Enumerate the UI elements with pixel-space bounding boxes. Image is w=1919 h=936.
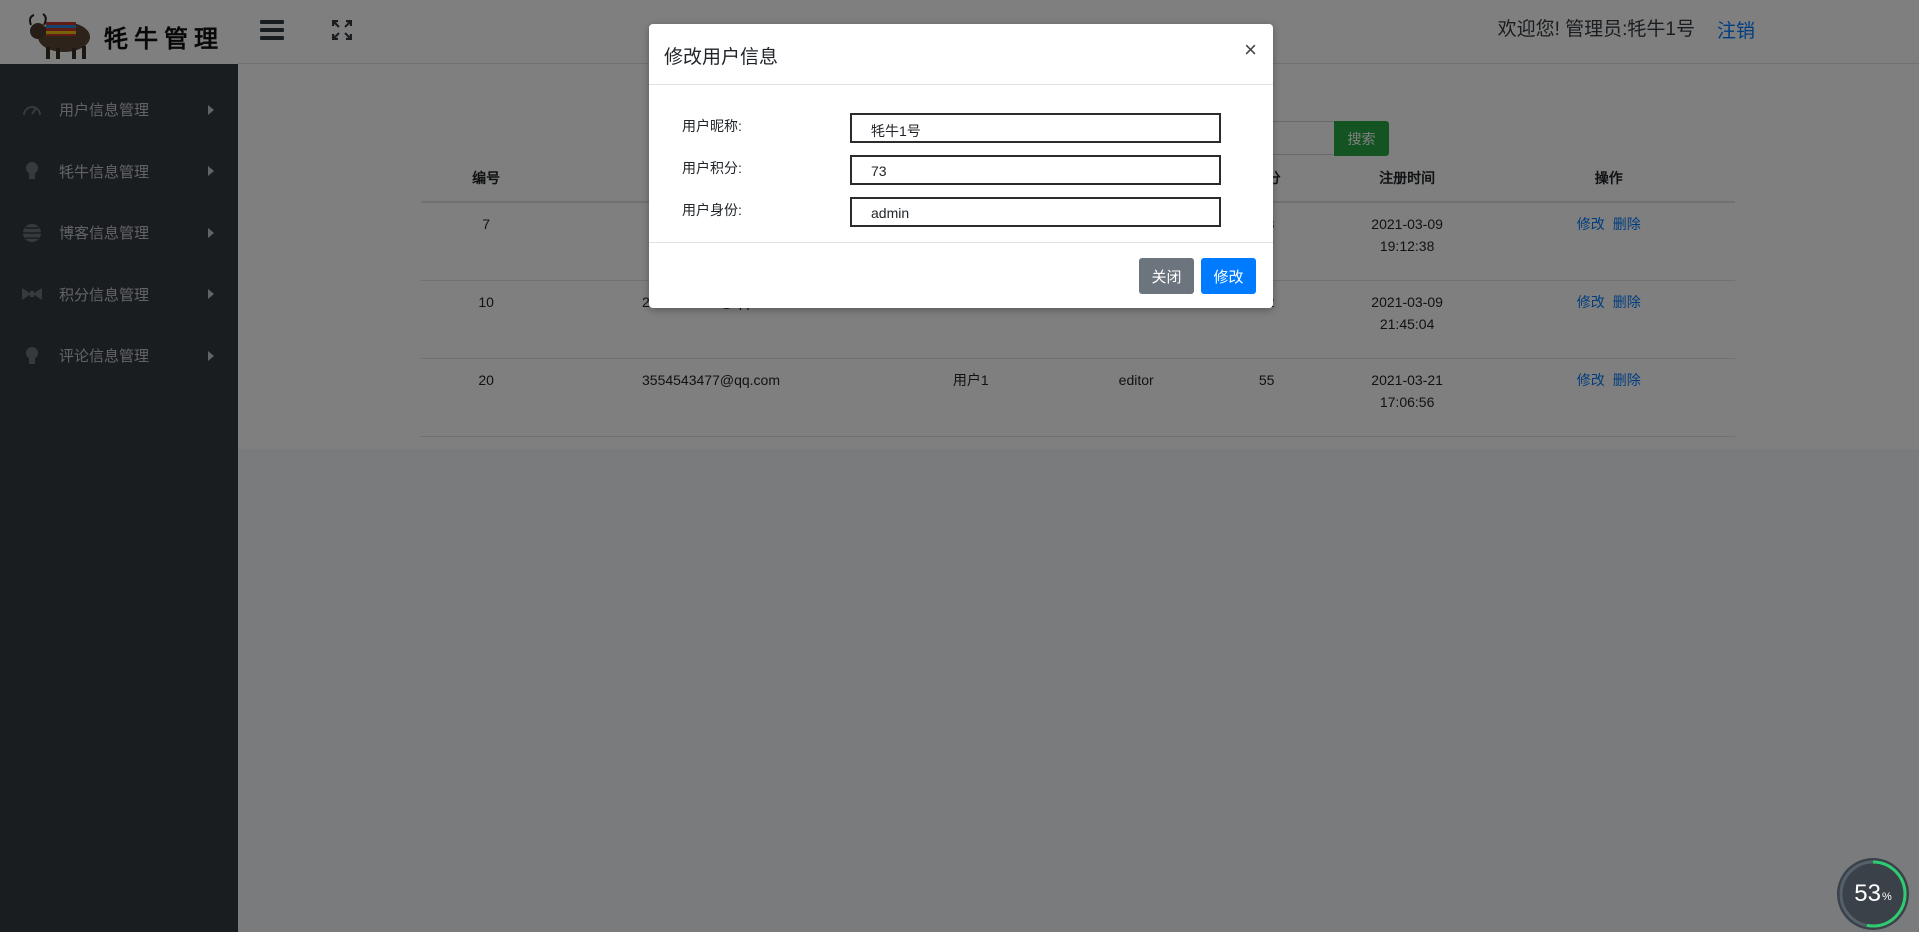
points-field[interactable]: 73	[850, 155, 1221, 185]
points-row: 用户积分: 73	[682, 155, 1242, 185]
progress-label: 53%	[1835, 856, 1911, 932]
nickname-label: 用户昵称:	[682, 118, 742, 134]
save-button[interactable]: 修改	[1201, 258, 1256, 294]
modal-body: 用户昵称: 牦牛1号 用户积分: 73 用户身份: admin	[649, 85, 1273, 243]
progress-value: 53	[1854, 880, 1881, 907]
role-field[interactable]: admin	[850, 197, 1221, 227]
points-label: 用户积分:	[682, 160, 742, 176]
close-icon[interactable]: ×	[1244, 39, 1257, 61]
progress-unit: %	[1881, 891, 1892, 903]
role-row: 用户身份: admin	[682, 197, 1242, 227]
nickname-row: 用户昵称: 牦牛1号	[682, 113, 1242, 143]
modal-footer: 关闭 修改	[649, 243, 1273, 309]
progress-widget[interactable]: 53%	[1835, 856, 1911, 932]
modal-title: 修改用户信息	[664, 47, 779, 68]
modal-header: 修改用户信息 ×	[649, 24, 1273, 85]
nickname-field[interactable]: 牦牛1号	[850, 113, 1221, 143]
edit-user-modal: 修改用户信息 × 用户昵称: 牦牛1号 用户积分: 73 用户身份: admin…	[649, 24, 1273, 308]
close-button[interactable]: 关闭	[1139, 258, 1194, 294]
role-label: 用户身份:	[682, 202, 742, 218]
